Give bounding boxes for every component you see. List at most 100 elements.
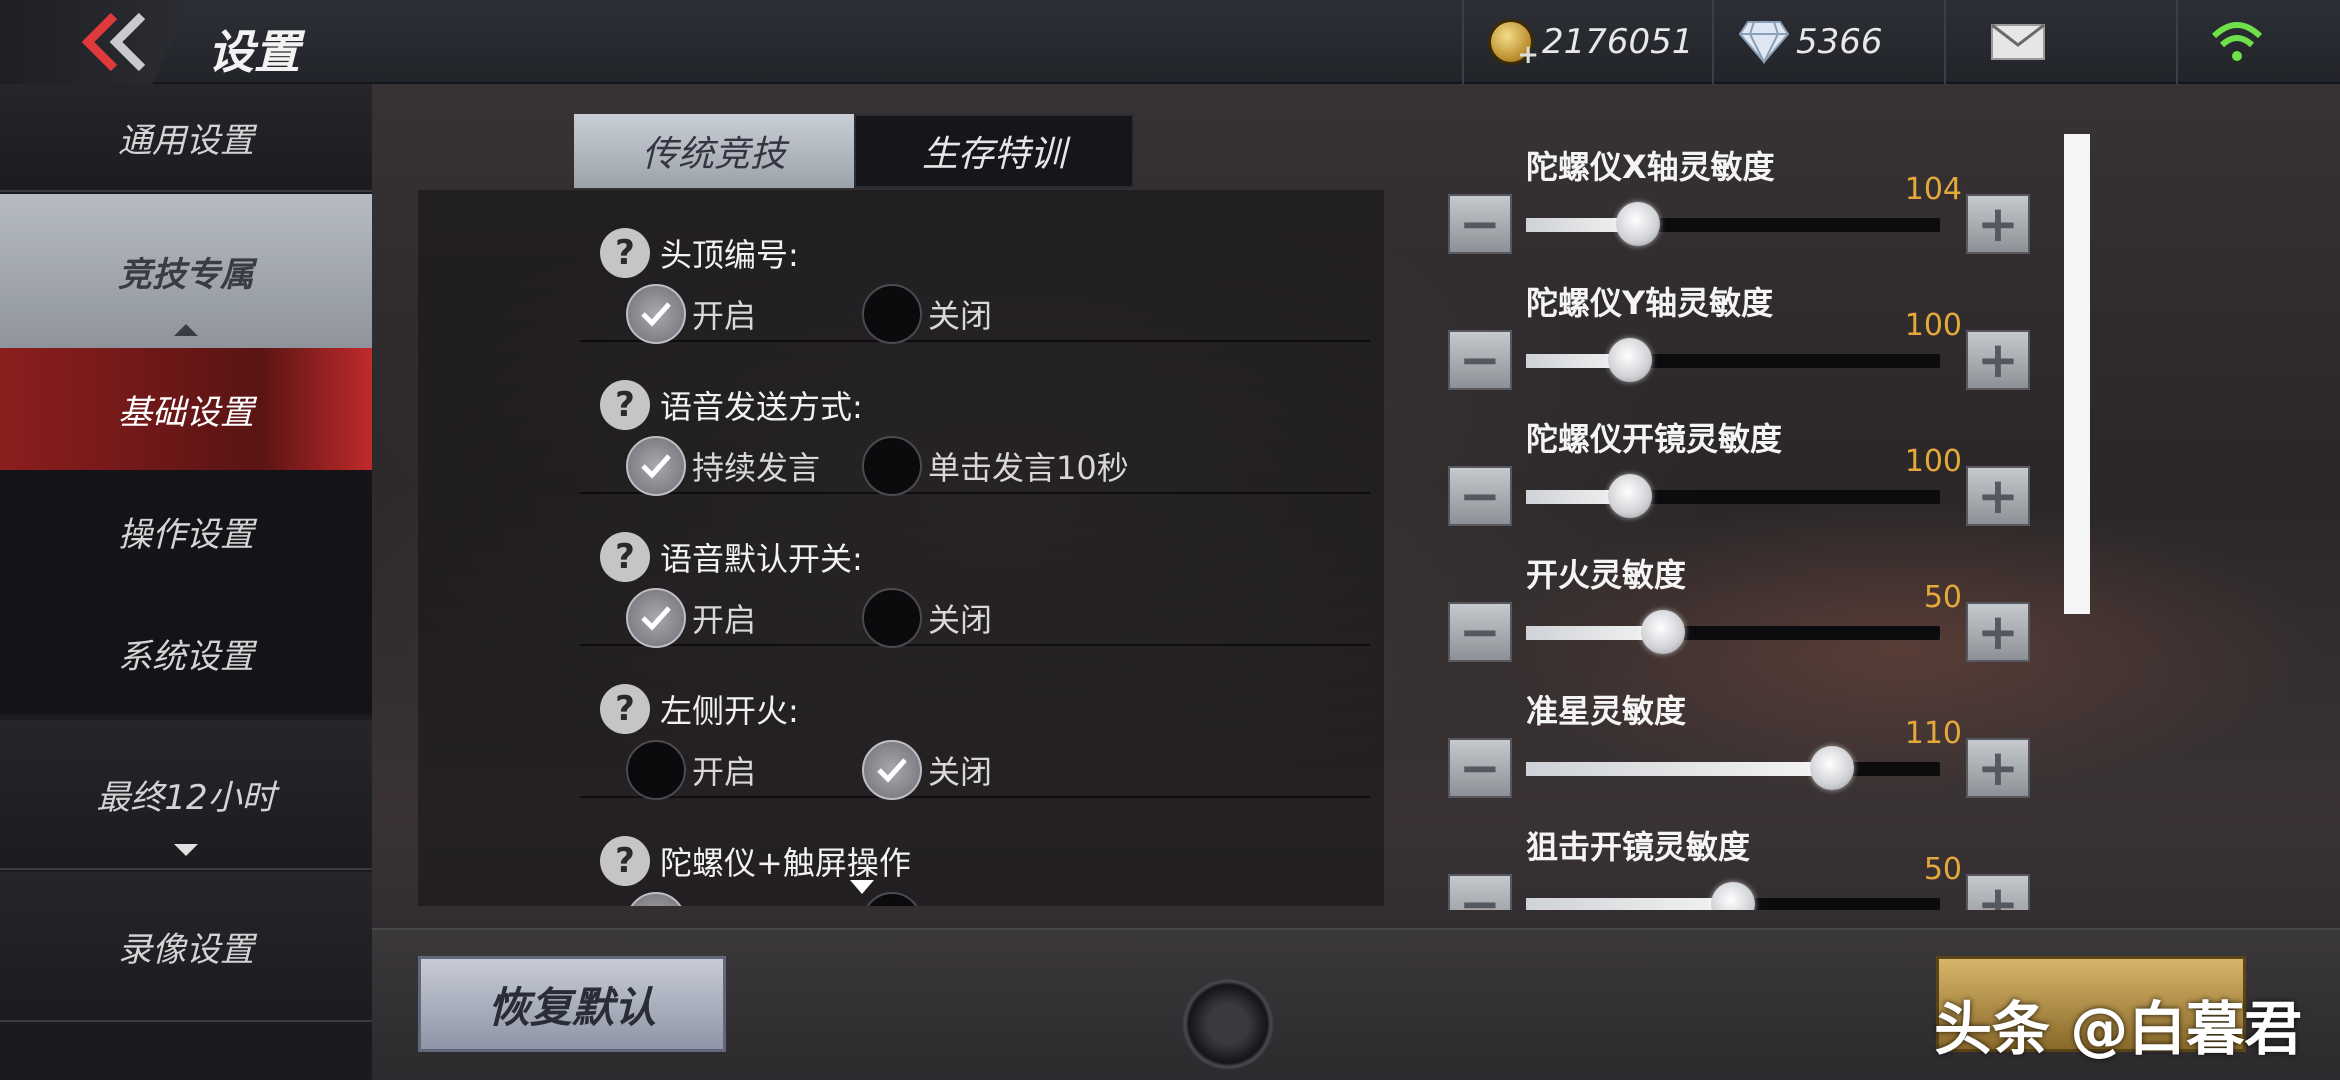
slider-label: 准星灵敏度 <box>1526 692 1687 730</box>
slider-value: 110 <box>1904 716 1962 751</box>
plus-button[interactable]: + <box>1966 466 2030 526</box>
radio-tap-10s[interactable]: 单击发言10秒 <box>862 436 1129 496</box>
slider-handle[interactable] <box>1615 202 1660 246</box>
slider-value: 100 <box>1904 308 1962 343</box>
record-button[interactable] <box>1182 978 1274 1070</box>
back-button[interactable] <box>0 0 190 84</box>
minus-button[interactable]: − <box>1448 602 1512 662</box>
minus-button[interactable]: − <box>1448 738 1512 798</box>
mail-button[interactable] <box>1990 0 2046 84</box>
sidebar-item-label: 通用设置 <box>118 120 254 161</box>
wifi-status <box>2210 0 2264 84</box>
radio-label: 关闭 <box>928 753 993 791</box>
sidebar-item-competitive[interactable]: 竞技专属 <box>0 194 372 348</box>
option-voice-default: ? 语音默认开关: 开启 关闭 <box>580 494 1370 648</box>
sensitivity-list[interactable]: 陀螺仪X轴灵敏度 104− + 陀螺仪Y轴灵敏度 100− + 陀螺仪开镜灵敏度 100− + 开… <box>1448 134 2048 910</box>
slider-label: 开火灵敏度 <box>1526 556 1687 594</box>
help-icon[interactable]: ? <box>600 532 650 582</box>
sidebar-item-final-12h[interactable]: 最终12小时 <box>0 720 372 870</box>
divider <box>1944 0 1946 84</box>
slider-value: 100 <box>1904 444 1962 479</box>
radio-empty-icon <box>626 740 686 800</box>
help-icon[interactable]: ? <box>600 228 650 278</box>
checkmark-icon <box>626 284 686 344</box>
option-label: 语音默认开关: <box>660 540 863 578</box>
radio-empty-icon <box>862 284 922 344</box>
slider-track[interactable] <box>1526 610 1940 654</box>
sensitivity-slider[interactable]: 狙击开镜灵敏度 50 − + <box>1448 822 2038 910</box>
sidebar-item-general[interactable]: 通用设置 <box>0 84 372 192</box>
sensitivity-slider[interactable]: 陀螺仪X轴灵敏度 104 − + <box>1448 142 2038 262</box>
slider-handle[interactable] <box>1607 474 1652 518</box>
mail-icon <box>1991 23 2045 60</box>
plus-button[interactable]: + <box>1966 874 2030 910</box>
tab-classic[interactable]: 传统竞技 <box>574 114 854 188</box>
radio-empty-icon <box>862 436 922 496</box>
tab-survival-training[interactable]: 生存特训 <box>854 114 1134 188</box>
option-voice-send-mode: ? 语音发送方式: 持续发言 单击发言10秒 <box>580 342 1370 496</box>
minus-button[interactable]: − <box>1448 466 1512 526</box>
plus-button[interactable]: + <box>1966 738 2030 798</box>
options-panel[interactable]: ? 头顶编号: 开启 关闭 ? 语音发送方式: 持续发言 单击发言10秒 ? 语音默认… <box>418 190 1384 906</box>
radio-off[interactable]: 关闭 <box>862 284 992 344</box>
option-label: 左侧开火: <box>660 692 799 730</box>
radio-label: 开启 <box>692 297 757 335</box>
slider-value: 50 <box>1923 852 1962 887</box>
radio-label: 单击发言10秒 <box>928 449 1129 487</box>
scrollbar[interactable] <box>2064 134 2090 614</box>
diamond-icon <box>1738 21 1790 64</box>
radio-on[interactable]: 开启 <box>626 284 756 344</box>
radio-label: 开启 <box>692 601 757 639</box>
radio-on[interactable]: 开启 <box>626 740 756 800</box>
slider-handle[interactable] <box>1711 882 1755 910</box>
sidebar-item-label: 操作设置 <box>118 514 254 555</box>
slider-track[interactable] <box>1526 202 1940 246</box>
sidebar-item-basic[interactable]: 基础设置 <box>0 348 372 470</box>
checkmark-icon <box>626 588 686 648</box>
plus-button[interactable]: + <box>1966 330 2030 390</box>
radio-off[interactable]: 关闭 <box>862 740 992 800</box>
restore-default-button[interactable]: 恢复默认 <box>418 956 726 1052</box>
minus-button[interactable]: − <box>1448 330 1512 390</box>
radio-partial[interactable] <box>862 892 928 906</box>
radio-on[interactable]: 开启 <box>626 588 756 648</box>
slider-label: 狙击开镜灵敏度 <box>1526 828 1751 866</box>
slider-label: 陀螺仪X轴灵敏度 <box>1526 148 1775 186</box>
gold-counter[interactable]: + 2176051 <box>1488 0 1693 84</box>
tab-label: 生存特训 <box>921 134 1066 175</box>
radio-off[interactable]: 关闭 <box>862 588 992 648</box>
plus-button[interactable]: + <box>1966 194 2030 254</box>
help-icon[interactable]: ? <box>600 836 650 886</box>
diamond-counter[interactable]: 5366 <box>1738 0 1883 84</box>
plus-button[interactable]: + <box>1966 602 2030 662</box>
checkmark-icon <box>626 436 686 496</box>
radio-label: 关闭 <box>928 601 993 639</box>
sensitivity-slider[interactable]: 开火灵敏度 50 − + <box>1448 550 2038 670</box>
help-icon[interactable]: ? <box>600 380 650 430</box>
collapse-arrow-icon <box>174 324 198 336</box>
sensitivity-slider[interactable]: 陀螺仪Y轴灵敏度 100 − + <box>1448 278 2038 398</box>
radio-partial[interactable] <box>626 892 692 906</box>
divider <box>2176 0 2178 84</box>
chevron-left-icon <box>81 12 146 72</box>
slider-handle[interactable] <box>1810 746 1855 790</box>
minus-button[interactable]: − <box>1448 194 1512 254</box>
slider-handle[interactable] <box>1640 610 1685 654</box>
minus-button[interactable]: − <box>1448 874 1512 910</box>
sensitivity-slider[interactable]: 准星灵敏度 110 − + <box>1448 686 2038 806</box>
slider-track[interactable] <box>1526 474 1940 518</box>
sidebar-item-replay[interactable]: 录像设置 <box>0 872 372 1022</box>
radio-continuous[interactable]: 持续发言 <box>626 436 820 496</box>
slider-track[interactable] <box>1526 746 1940 790</box>
slider-track[interactable] <box>1526 882 1940 910</box>
sensitivity-slider[interactable]: 陀螺仪开镜灵敏度 100 − + <box>1448 414 2038 534</box>
slider-track[interactable] <box>1526 338 1940 382</box>
help-icon[interactable]: ? <box>600 684 650 734</box>
sidebar-item-system[interactable]: 系统设置 <box>0 592 372 714</box>
tab-label: 传统竞技 <box>641 134 786 175</box>
slider-handle[interactable] <box>1607 338 1652 382</box>
sidebar-item-controls[interactable]: 操作设置 <box>0 470 372 592</box>
sidebar-item-label: 最终12小时 <box>96 777 276 818</box>
radio-label: 持续发言 <box>692 449 821 487</box>
radio-empty-icon <box>862 892 922 906</box>
